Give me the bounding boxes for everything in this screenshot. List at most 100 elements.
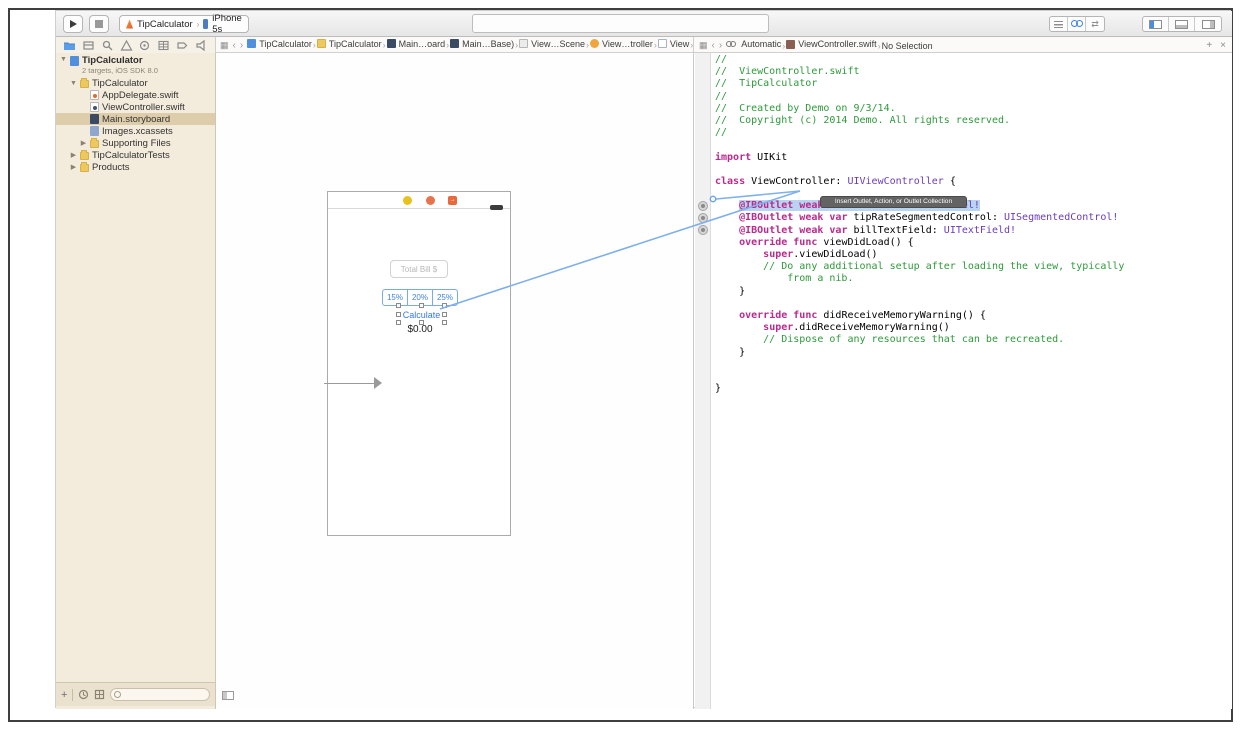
code-line[interactable]: // Copyright (c) 2014 Demo. All rights r… [715,115,1232,127]
code-line[interactable]: super.didReceiveMemoryWarning() [715,322,1232,334]
tree-row-tipcalculator[interactable]: ▼TipCalculator2 targets, iOS SDK 8.0 [56,56,215,77]
toggle-debug-area-button[interactable] [1169,17,1195,31]
related-items-icon[interactable]: ▦ [699,40,708,51]
tree-row-appdelegate-swift[interactable]: AppDelegate.swift [56,89,215,101]
document-outline-toggle[interactable] [222,691,234,700]
back-button[interactable]: ‹ [233,40,236,51]
code-line[interactable]: } [715,383,1232,395]
code-line[interactable]: // Do any additional setup after loading… [715,261,1232,273]
recent-files-icon[interactable] [78,689,89,700]
add-assistant-editor-button[interactable]: + [1206,40,1212,51]
scm-status-icon[interactable] [94,689,105,700]
breadcrumb-item[interactable]: No Selection [882,41,933,51]
code-line[interactable]: // Created by Demo on 9/3/14. [715,103,1232,115]
disclosure-expanded-icon[interactable]: ▼ [70,80,77,87]
connection-well-icon[interactable] [698,201,708,211]
code-line[interactable] [715,188,1232,200]
breadcrumb-item[interactable]: View…troller [590,39,653,49]
view-controller-scene[interactable]: → Total Bill $ 15%20%25% Calculate $0.00 [327,191,511,536]
search-icon[interactable] [101,39,114,52]
code-line[interactable]: override func didReceiveMemoryWarning() … [715,310,1232,322]
code-line[interactable]: from a nib. [715,273,1232,285]
forward-button[interactable]: › [719,40,722,51]
code-line[interactable]: override func viewDidLoad() { [715,237,1232,249]
exit-icon[interactable]: → [448,196,457,205]
code-line[interactable]: // Dispose of any resources that can be … [715,334,1232,346]
tree-row-tipcalculator[interactable]: ▼TipCalculator [56,77,215,89]
selection-handle[interactable] [419,303,424,308]
code-line[interactable]: // [715,127,1232,139]
code-line[interactable] [715,164,1232,176]
bill-text-field[interactable]: Total Bill $ [390,260,448,278]
breadcrumb-label: TipCalculator [259,39,312,49]
disclosure-collapsed-icon[interactable]: ▶ [70,163,77,171]
code-line[interactable]: @IBOutlet weak var resultLabel: UILabel! [715,200,1232,212]
code-line[interactable]: } [715,347,1232,359]
version-editor-button[interactable]: ⇄ [1086,17,1104,31]
tree-row-viewcontroller-swift[interactable]: ViewController.swift [56,101,215,113]
breadcrumb-item[interactable]: TipCalculator [247,39,312,49]
tree-row-tipcalculatortests[interactable]: ▶TipCalculatorTests [56,149,215,161]
filter-input[interactable] [110,688,210,701]
breadcrumb-item[interactable]: TipCalculator [317,39,382,49]
assistant-editor[interactable]: //// ViewController.swift// TipCalculato… [695,53,1232,709]
close-assistant-editor-button[interactable]: × [1220,40,1226,51]
scheme-selector[interactable]: TipCalculator › iPhone 5s [119,15,249,33]
connection-well-icon[interactable] [698,225,708,235]
selection-handle[interactable] [396,303,401,308]
breadcrumb-item[interactable]: View…Scene [519,39,585,49]
breadcrumb-item[interactable]: Main…Base) [450,39,514,49]
tree-row-images-xcassets[interactable]: Images.xcassets [56,125,215,137]
connection-well-icon[interactable] [698,213,708,223]
selection-handle[interactable] [442,303,447,308]
code-line[interactable] [715,298,1232,310]
code-line[interactable] [715,139,1232,151]
selection-handle[interactable] [396,312,401,317]
tree-row-products[interactable]: ▶Products [56,161,215,173]
code-lines[interactable]: //// ViewController.swift// TipCalculato… [715,54,1232,395]
breadcrumb-item[interactable]: ViewController.swift [786,39,876,49]
reports-icon[interactable] [195,39,208,52]
result-label[interactable]: $0.00 [328,324,512,335]
breadcrumb-item[interactable]: Main…oard [387,39,446,49]
standard-editor-button[interactable] [1050,17,1068,31]
toggle-utilities-button[interactable] [1195,17,1221,31]
code-line[interactable]: // ViewController.swift [715,66,1232,78]
related-items-icon[interactable]: ▦ [220,40,229,51]
tree-row-main-storyboard[interactable]: Main.storyboard [56,113,215,125]
disclosure-expanded-icon[interactable]: ▼ [60,56,67,63]
code-line[interactable]: @IBOutlet weak var tipRateSegmentedContr… [715,212,1232,224]
code-line[interactable] [715,371,1232,383]
selection-handle[interactable] [442,312,447,317]
debug-icon[interactable] [157,39,170,52]
breadcrumb-item[interactable]: View [658,39,689,49]
disclosure-collapsed-icon[interactable]: ▶ [70,151,77,159]
code-line[interactable]: } [715,286,1232,298]
breadcrumb-item[interactable]: Automatic [726,39,781,49]
assistant-editor-button[interactable] [1068,17,1086,31]
code-line[interactable]: // [715,91,1232,103]
code-line[interactable]: class ViewController: UIViewController { [715,176,1232,188]
breakpoints-icon[interactable] [176,39,189,52]
code-line[interactable]: super.viewDidLoad() [715,249,1232,261]
toggle-navigator-button[interactable] [1143,17,1169,31]
code-line[interactable]: // [715,54,1232,66]
disclosure-collapsed-icon[interactable]: ▶ [80,139,87,147]
add-file-button[interactable]: + [61,689,67,701]
code-line[interactable] [715,359,1232,371]
stop-button[interactable] [89,15,109,33]
view-controller-icon[interactable] [403,196,412,205]
forward-button[interactable]: › [240,40,243,51]
symbol-navigator-icon[interactable] [82,39,95,52]
tests-icon[interactable] [138,39,151,52]
back-button[interactable]: ‹ [712,40,715,51]
code-line[interactable]: // TipCalculator [715,78,1232,90]
run-button[interactable] [63,15,83,33]
code-line[interactable]: import UIKit [715,152,1232,164]
code-line[interactable]: @IBOutlet weak var billTextField: UIText… [715,225,1232,237]
project-navigator-icon[interactable] [63,39,76,52]
tree-row-supporting-files[interactable]: ▶Supporting Files [56,137,215,149]
first-responder-icon[interactable] [426,196,435,205]
issues-icon[interactable] [120,39,133,52]
storyboard-canvas[interactable]: → Total Bill $ 15%20%25% Calculate $0.00 [216,53,694,709]
